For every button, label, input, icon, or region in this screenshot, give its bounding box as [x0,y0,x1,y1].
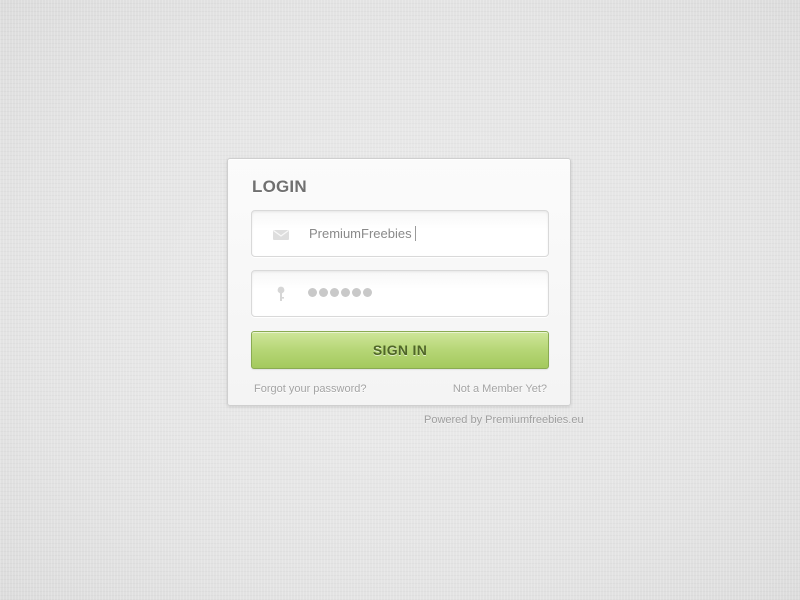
password-dot [308,288,317,297]
login-title: LOGIN [252,177,307,196]
envelope-icon [273,230,289,240]
forgot-password-link[interactable]: Forgot your password? [254,383,367,395]
login-panel: LOGIN PremiumFreebies SIGN IN Forgot you… [227,158,571,406]
sign-in-button[interactable]: SIGN IN [251,331,549,369]
password-mask [308,288,372,297]
powered-by-text: Powered by Premiumfreebies.eu [424,414,584,426]
password-dot [330,288,339,297]
password-dot [319,288,328,297]
email-value: PremiumFreebies [309,225,416,242]
password-field[interactable] [251,270,549,317]
password-dot [363,288,372,297]
email-field[interactable]: PremiumFreebies [251,210,549,257]
key-icon [277,286,285,301]
password-dot [352,288,361,297]
signup-link[interactable]: Not a Member Yet? [453,383,547,395]
password-dot [341,288,350,297]
text-caret [414,226,416,241]
